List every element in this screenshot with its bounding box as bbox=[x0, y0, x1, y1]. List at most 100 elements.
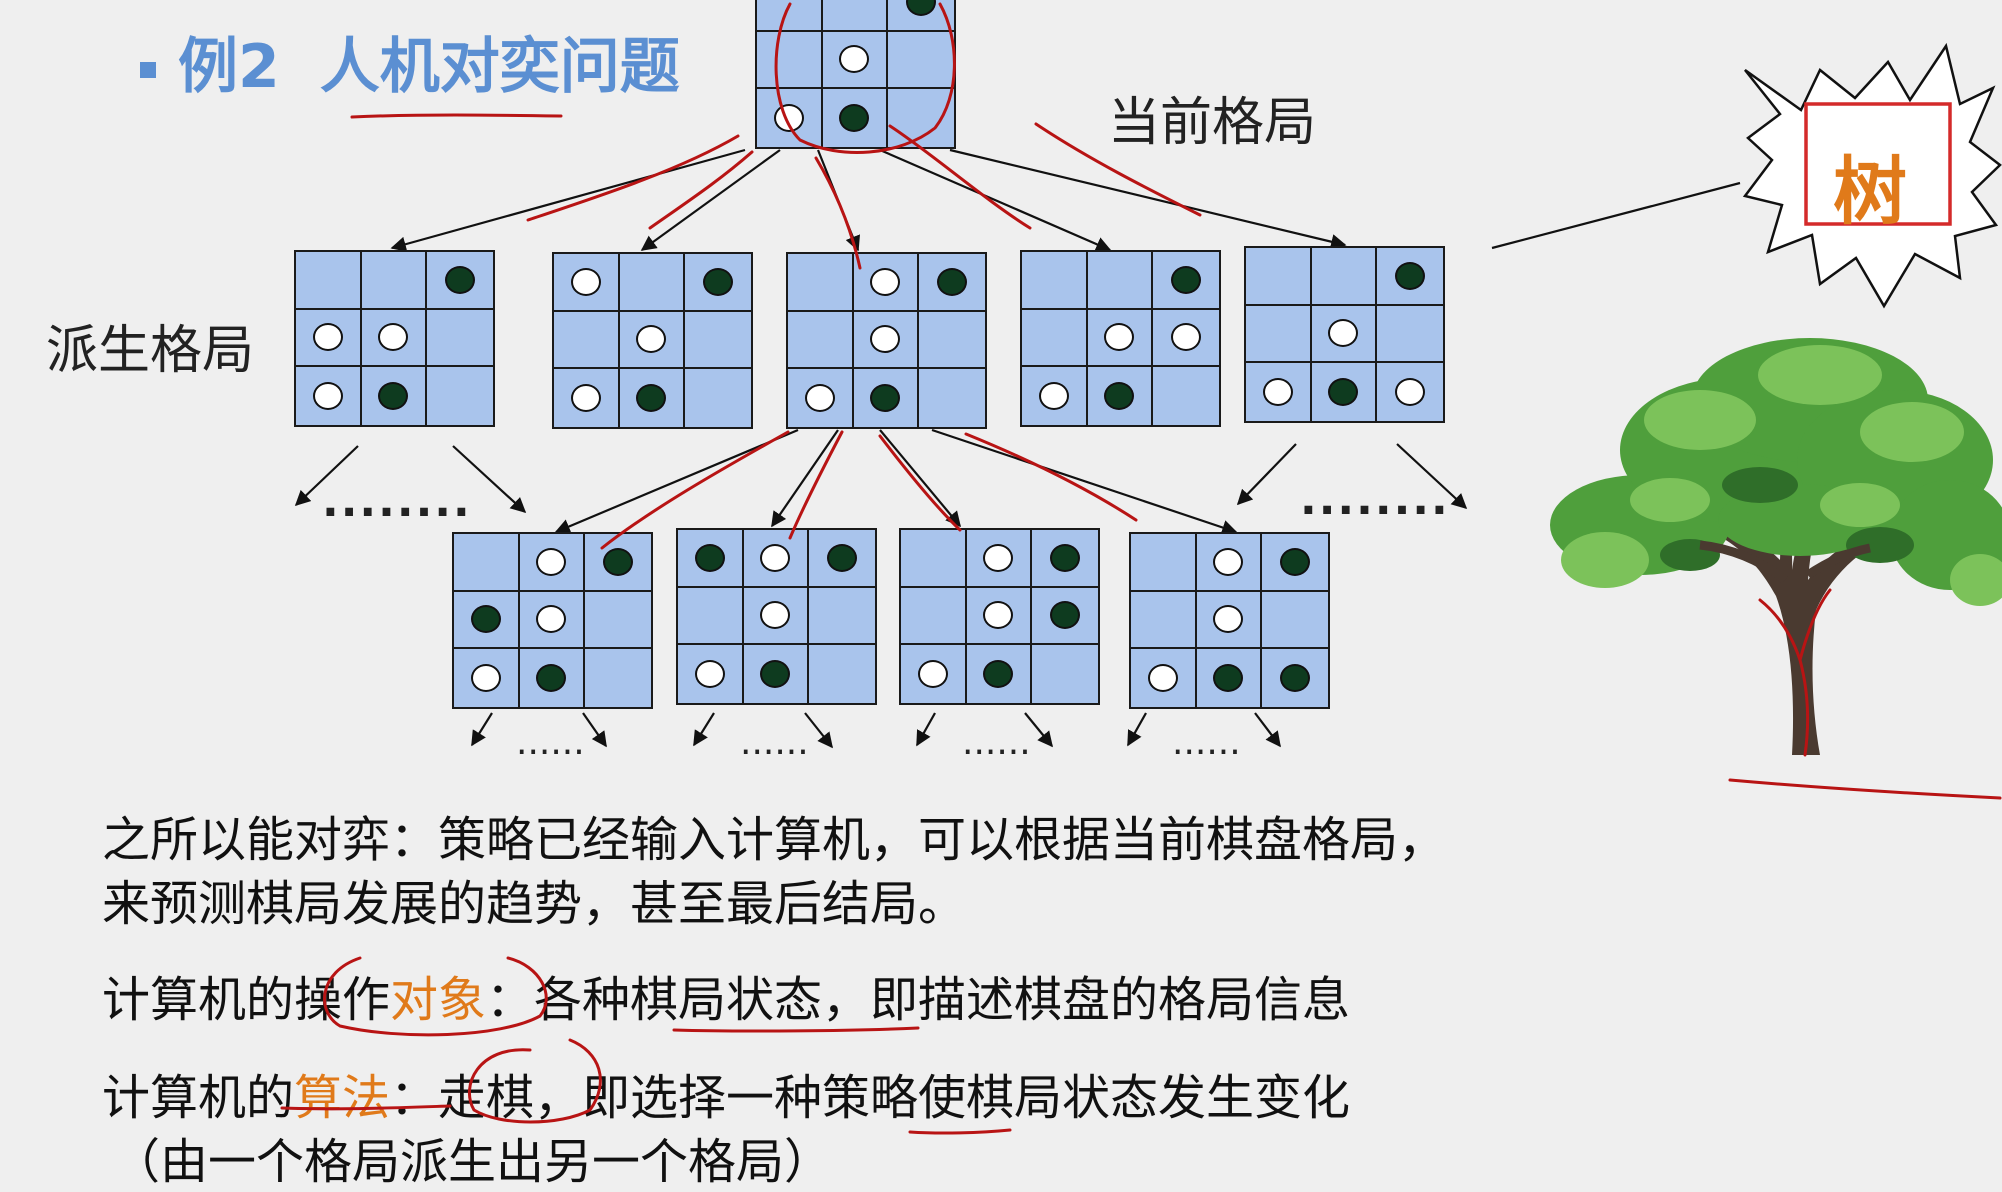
edge-mid-3 bbox=[879, 429, 961, 528]
board-cell bbox=[888, 89, 954, 147]
board-cell bbox=[919, 369, 985, 427]
white-piece bbox=[1038, 382, 1069, 411]
derived-label: 派生格局 bbox=[46, 321, 255, 381]
board-cell bbox=[678, 530, 744, 588]
black-piece bbox=[1213, 664, 1244, 693]
root-board bbox=[755, 0, 956, 149]
black-piece bbox=[694, 543, 725, 572]
white-piece bbox=[694, 660, 725, 689]
board-cell bbox=[1131, 591, 1197, 650]
board-cell bbox=[619, 311, 686, 370]
black-piece bbox=[636, 384, 667, 413]
ellipsis-left: ........ bbox=[322, 476, 472, 527]
edge-root-2 bbox=[640, 149, 781, 251]
board-cell bbox=[427, 252, 493, 310]
board-cell bbox=[901, 645, 967, 703]
title-prefix: 例2 bbox=[178, 32, 280, 102]
board-cell bbox=[853, 254, 920, 312]
black-piece bbox=[1395, 261, 1426, 290]
black-piece bbox=[536, 664, 567, 693]
board-cell bbox=[1022, 367, 1088, 425]
board-cell bbox=[1377, 363, 1443, 421]
board-cell bbox=[427, 310, 493, 368]
current-label: 当前格局 bbox=[1108, 93, 1317, 153]
black-piece bbox=[603, 547, 634, 576]
board-cell bbox=[901, 530, 967, 588]
board-cell bbox=[685, 254, 751, 312]
board-cell bbox=[1246, 248, 1312, 306]
second-level-board-3 bbox=[899, 528, 1100, 705]
board-cell bbox=[1153, 252, 1219, 310]
white-piece bbox=[839, 45, 870, 74]
edge-l2-d1 bbox=[1127, 712, 1147, 747]
board-cell bbox=[1246, 363, 1312, 421]
board-cell bbox=[1131, 534, 1197, 592]
black-piece bbox=[1280, 664, 1311, 693]
edge-root-3 bbox=[816, 149, 861, 252]
black-piece bbox=[827, 543, 858, 572]
white-piece bbox=[570, 384, 601, 413]
second-level-board-2 bbox=[676, 528, 877, 705]
edge-l2-d2 bbox=[1254, 712, 1281, 748]
paragraph-3-line-2: （由一个格局派生出另一个格局） bbox=[112, 1134, 833, 1190]
white-piece bbox=[760, 601, 791, 630]
board-cell bbox=[901, 587, 967, 646]
board-cell bbox=[1196, 591, 1263, 650]
title-text: 人机对奕问题 bbox=[319, 32, 680, 102]
tree-illustration bbox=[1550, 338, 2002, 755]
white-piece bbox=[773, 104, 804, 133]
second-level-board-1 bbox=[452, 532, 653, 709]
white-piece bbox=[312, 323, 343, 352]
derived-board-2 bbox=[552, 252, 753, 429]
board-cell bbox=[685, 369, 751, 427]
board-cell bbox=[1262, 534, 1328, 592]
ellipsis-right: ........ bbox=[1300, 474, 1450, 525]
board-cell bbox=[678, 587, 744, 646]
board-cell bbox=[361, 252, 428, 310]
white-piece bbox=[536, 605, 567, 634]
edge-mid-4 bbox=[931, 428, 1238, 535]
black-piece bbox=[983, 660, 1014, 689]
board-cell bbox=[1032, 530, 1098, 588]
white-piece bbox=[1213, 605, 1244, 634]
edge-mid-1 bbox=[554, 428, 799, 534]
board-cell bbox=[919, 312, 985, 370]
derived-board-4 bbox=[1020, 250, 1221, 427]
board-cell bbox=[967, 645, 1033, 703]
p3-start: 计算机的 bbox=[102, 1070, 295, 1126]
board-cell bbox=[678, 645, 744, 703]
derived-board-1 bbox=[294, 250, 495, 427]
ellipsis-l2-2: ...... bbox=[740, 722, 809, 763]
board-cell bbox=[1377, 248, 1443, 306]
board-cell bbox=[1196, 534, 1263, 592]
board-cell bbox=[788, 311, 854, 370]
board-cell bbox=[585, 534, 651, 592]
black-piece bbox=[937, 267, 968, 296]
black-piece bbox=[870, 384, 901, 413]
board-cell bbox=[757, 31, 823, 90]
white-piece bbox=[804, 384, 835, 413]
board-cell bbox=[454, 534, 520, 592]
board-cell bbox=[685, 312, 751, 370]
edge-l2-c1 bbox=[916, 712, 936, 747]
bullet-icon bbox=[140, 62, 156, 79]
board-cell bbox=[809, 588, 875, 646]
board-cell bbox=[585, 649, 651, 707]
board-cell bbox=[1022, 309, 1088, 368]
board-cell bbox=[1153, 310, 1219, 368]
black-piece bbox=[378, 382, 409, 411]
board-cell bbox=[822, 0, 889, 32]
board-cell bbox=[757, 89, 823, 147]
board-cell bbox=[1197, 649, 1263, 707]
board-cell bbox=[853, 311, 920, 370]
white-piece bbox=[570, 267, 601, 296]
board-cell bbox=[454, 649, 520, 707]
board-cell bbox=[743, 530, 810, 588]
white-piece bbox=[1213, 547, 1244, 576]
board-cell bbox=[919, 254, 985, 312]
edge-mid-2 bbox=[771, 429, 839, 528]
board-cell bbox=[554, 369, 620, 427]
derived-board-5 bbox=[1244, 246, 1445, 423]
board-cell bbox=[1153, 367, 1219, 425]
board-cell bbox=[361, 309, 428, 368]
